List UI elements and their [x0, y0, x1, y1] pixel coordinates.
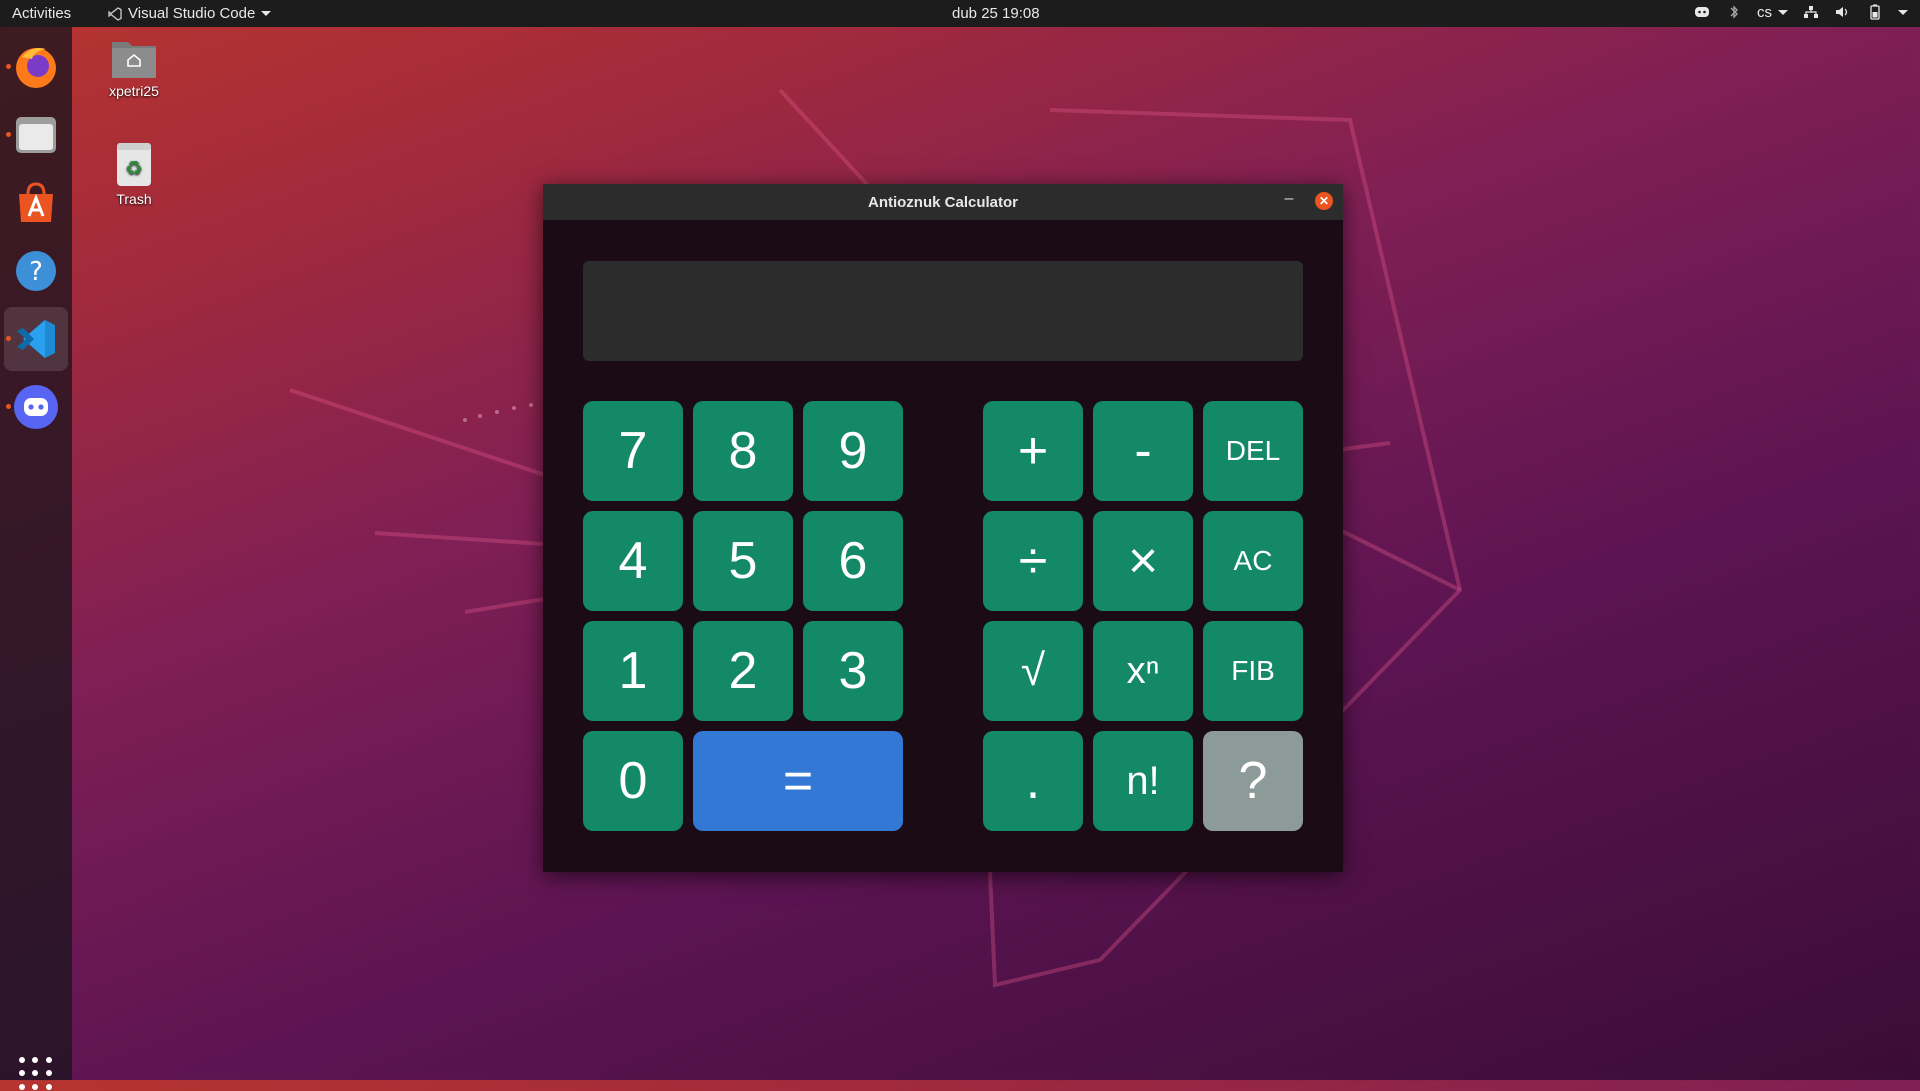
fibonacci-button[interactable]: FIB [1203, 621, 1303, 721]
plus-button[interactable]: + [983, 401, 1083, 501]
help-icon: ? [16, 251, 56, 291]
system-menu-chevron-icon[interactable] [1898, 9, 1908, 15]
key-8[interactable]: 8 [693, 401, 793, 501]
key-0[interactable]: 0 [583, 731, 683, 831]
discord-icon [14, 385, 58, 429]
dock-vscode[interactable] [4, 307, 68, 371]
key-1[interactable]: 1 [583, 621, 683, 721]
minus-button[interactable]: - [1093, 401, 1193, 501]
home-folder-icon [112, 42, 156, 78]
desktop-trash[interactable]: ♻ Trash [89, 140, 179, 207]
dock-discord[interactable] [4, 375, 68, 439]
window-titlebar[interactable]: Antioznuk Calculator – ✕ [543, 184, 1343, 220]
vscode-icon [17, 320, 55, 358]
calculator-window: Antioznuk Calculator – ✕ 7 8 9 4 5 6 1 2… [543, 184, 1343, 872]
key-4[interactable]: 4 [583, 511, 683, 611]
dock: ? [0, 27, 72, 1090]
multiply-button[interactable]: × [1093, 511, 1193, 611]
running-indicator [6, 64, 11, 69]
app-menu[interactable]: Visual Studio Code [108, 5, 272, 22]
input-language[interactable]: cs [1757, 4, 1788, 21]
sqrt-button[interactable]: √ [983, 621, 1083, 721]
desktop-trash-label: Trash [116, 191, 152, 207]
calculator-display [583, 261, 1303, 361]
show-applications-button[interactable] [19, 1057, 53, 1091]
running-indicator [6, 132, 11, 137]
desktop-home-folder[interactable]: xpetri25 [89, 36, 179, 99]
divide-button[interactable]: ÷ [983, 511, 1083, 611]
close-button[interactable]: ✕ [1315, 192, 1333, 210]
bluetooth-icon[interactable] [1725, 3, 1743, 21]
key-9[interactable]: 9 [803, 401, 903, 501]
power-button[interactable]: xⁿ [1093, 621, 1193, 721]
dock-help[interactable]: ? [4, 239, 68, 303]
dock-files[interactable] [4, 103, 68, 167]
desktop-home-label: xpetri25 [109, 83, 159, 99]
clock[interactable]: dub 25 19:08 [952, 5, 1040, 22]
help-button[interactable]: ? [1203, 731, 1303, 831]
minimize-button[interactable]: – [1279, 190, 1299, 210]
svg-text:♻: ♻ [125, 156, 143, 180]
dock-software[interactable] [4, 171, 68, 235]
key-2[interactable]: 2 [693, 621, 793, 721]
software-icon [19, 182, 53, 222]
key-3[interactable]: 3 [803, 621, 903, 721]
factorial-button[interactable]: n! [1093, 731, 1193, 831]
key-6[interactable]: 6 [803, 511, 903, 611]
volume-icon[interactable] [1834, 3, 1852, 21]
app-menu-label: Visual Studio Code [128, 5, 256, 22]
chevron-down-icon [1778, 9, 1788, 15]
window-title: Antioznuk Calculator [867, 194, 1018, 211]
top-bar: Activities Visual Studio Code dub 25 19:… [0, 0, 1920, 27]
svg-text:?: ? [29, 257, 43, 287]
running-indicator [6, 404, 11, 409]
battery-icon[interactable] [1866, 3, 1884, 21]
decimal-point-button[interactable]: . [983, 731, 1083, 831]
input-language-label: cs [1757, 3, 1772, 21]
running-indicator [6, 336, 11, 341]
files-icon [16, 117, 56, 153]
firefox-icon [16, 48, 56, 88]
trash-icon: ♻ [117, 143, 151, 186]
equals-button[interactable]: = [693, 731, 903, 831]
key-7[interactable]: 7 [583, 401, 683, 501]
chevron-down-icon [261, 11, 272, 16]
delete-button[interactable]: DEL [1203, 401, 1303, 501]
system-tray[interactable]: cs [1693, 3, 1908, 21]
all-clear-button[interactable]: AC [1203, 511, 1303, 611]
dock-firefox[interactable] [4, 35, 68, 99]
network-icon[interactable] [1802, 3, 1820, 21]
discord-tray-icon[interactable] [1693, 3, 1711, 21]
activities-button[interactable]: Activities [12, 5, 71, 22]
key-5[interactable]: 5 [693, 511, 793, 611]
vscode-small-icon [108, 6, 122, 21]
